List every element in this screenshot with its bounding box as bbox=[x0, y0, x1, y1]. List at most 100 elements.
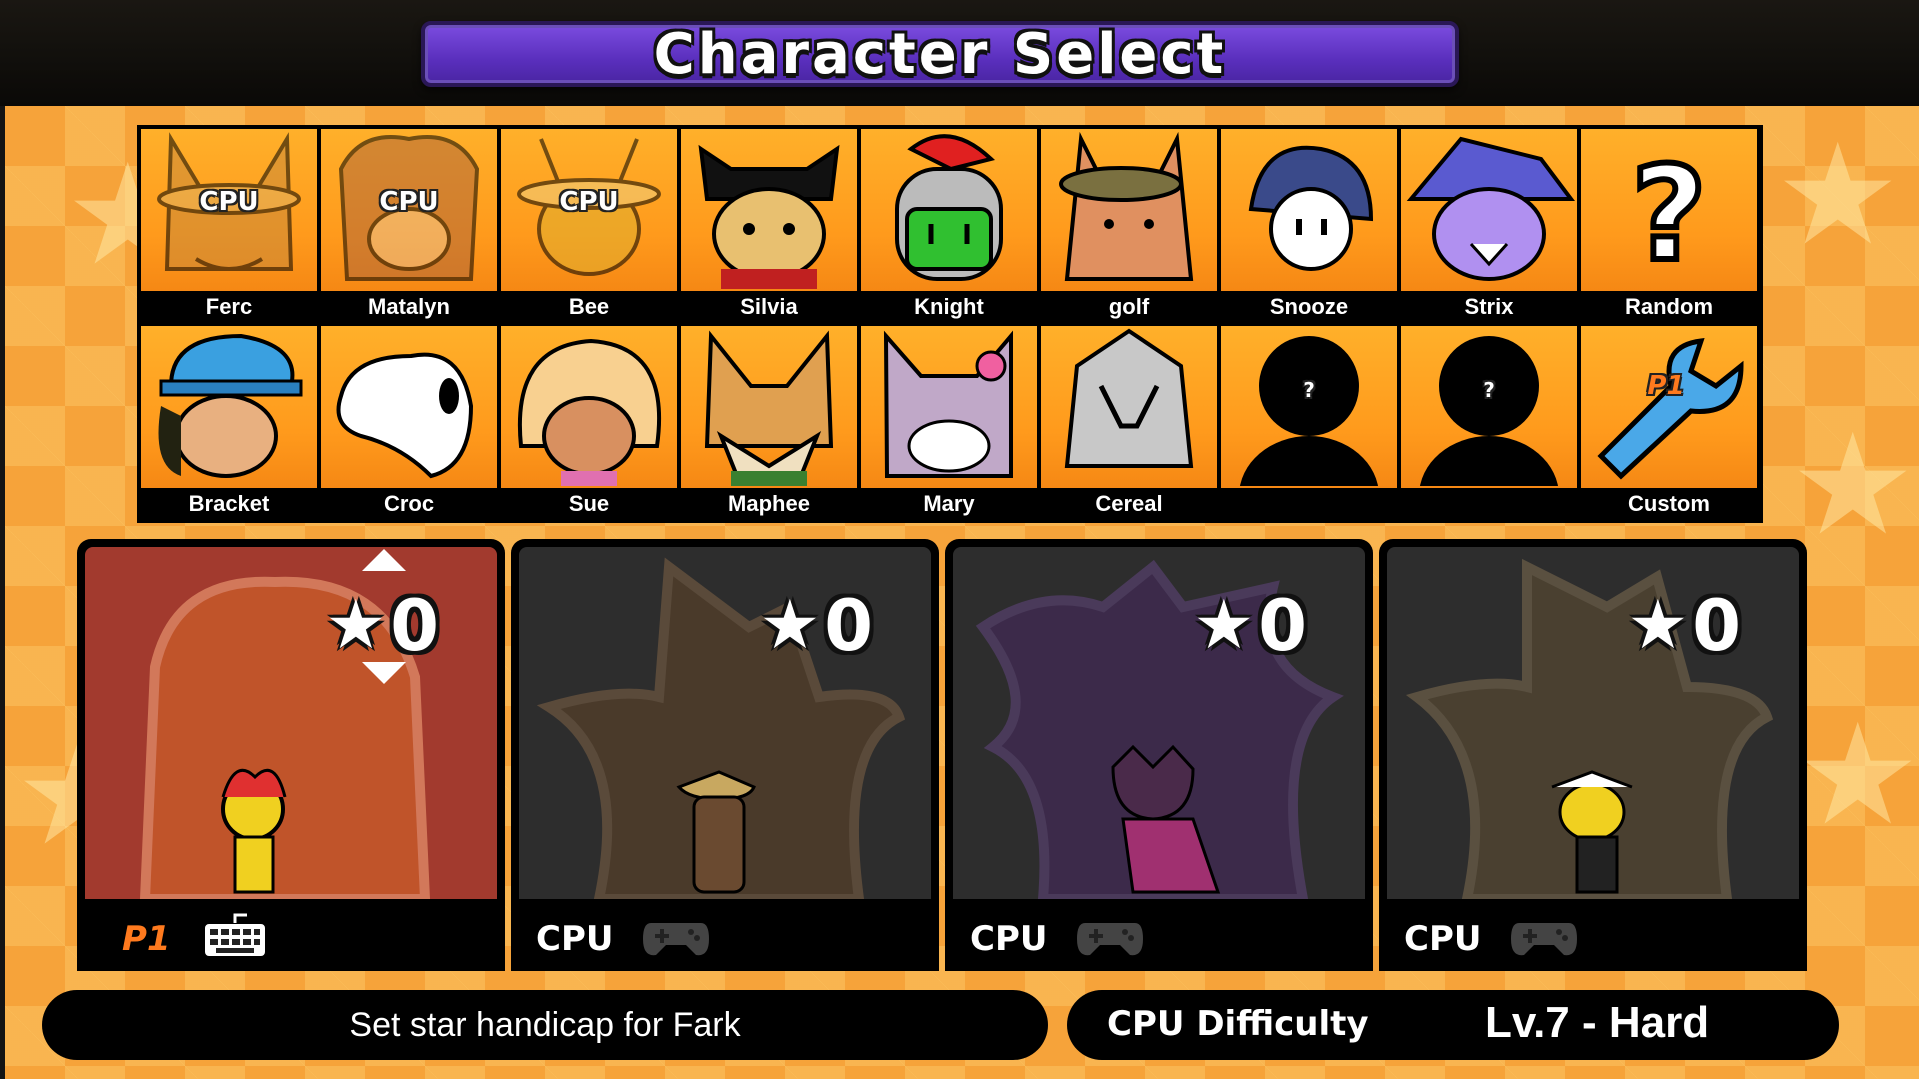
snooze-portrait-icon bbox=[1248, 145, 1374, 271]
player-label: CPU bbox=[536, 919, 614, 959]
character-slot-croc[interactable]: Croc bbox=[321, 326, 497, 519]
croc-portrait-icon bbox=[336, 352, 474, 479]
character-name: Matalyn bbox=[321, 291, 497, 322]
player-panel-cpu-2[interactable]: ★ 0 CPU bbox=[945, 539, 1373, 971]
star-handicap[interactable]: ★ 0 bbox=[1193, 585, 1307, 667]
character-slot-sue[interactable]: Sue bbox=[501, 326, 677, 519]
character-name: Strix bbox=[1401, 291, 1577, 322]
cpu-tag: CPU bbox=[559, 187, 619, 217]
star-handicap[interactable]: ★ 0 bbox=[1627, 585, 1741, 667]
star-count: 0 bbox=[390, 585, 439, 667]
svg-text:?: ? bbox=[1631, 138, 1706, 289]
locked-mark: ? bbox=[1483, 378, 1495, 402]
character-slot-locked[interactable]: ? bbox=[1221, 326, 1397, 519]
character-slot-silvia[interactable]: Silvia bbox=[681, 129, 857, 322]
star-icon: ★ bbox=[759, 586, 821, 665]
character-name bbox=[1221, 488, 1397, 519]
gamepad-icon bbox=[643, 923, 709, 956]
player-footer: CPU bbox=[511, 905, 939, 971]
character-slot-ferc[interactable]: CPU Ferc bbox=[141, 129, 317, 322]
bracket-portrait-icon bbox=[158, 333, 303, 478]
character-slot-matalyn[interactable]: CPU Matalyn bbox=[321, 129, 497, 322]
star-icon: ★ bbox=[1627, 586, 1689, 665]
star-icon: ★ bbox=[1193, 586, 1255, 665]
cereal-portrait-icon bbox=[1064, 328, 1194, 468]
gamepad-icon bbox=[1511, 923, 1577, 956]
character-slot-bracket[interactable]: Bracket bbox=[141, 326, 317, 519]
player-footer: P1 bbox=[77, 905, 505, 971]
wrench-icon bbox=[1597, 338, 1744, 480]
hint-text: Set star handicap for Fark bbox=[349, 1005, 741, 1044]
star-decoration-icon: ★ bbox=[1790, 404, 1916, 567]
cpu-difficulty-selector[interactable]: CPU Difficulty Lv.7 - Hard bbox=[1067, 990, 1839, 1060]
player-footer: CPU bbox=[1379, 905, 1807, 971]
star-handicap[interactable]: ★ 0 bbox=[759, 585, 873, 667]
hint-bar: Set star handicap for Fark bbox=[42, 990, 1048, 1060]
character-slot-custom[interactable]: P1 Custom bbox=[1581, 326, 1757, 519]
character-name: Mary bbox=[861, 488, 1037, 519]
character-slot-knight[interactable]: Knight bbox=[861, 129, 1037, 322]
star-count: 0 bbox=[824, 585, 873, 667]
character-name: Custom bbox=[1581, 488, 1757, 519]
character-name: Cereal bbox=[1041, 488, 1217, 519]
character-slot-mary[interactable]: Mary bbox=[861, 326, 1037, 519]
locked-silhouette-icon bbox=[1239, 336, 1379, 486]
star-increase-arrow[interactable] bbox=[362, 549, 406, 571]
player-stage: ★ 0 bbox=[519, 547, 931, 899]
character-slot-bee[interactable]: CPU Bee bbox=[501, 129, 677, 322]
maphee-portrait-icon bbox=[704, 330, 834, 486]
character-name: Bracket bbox=[141, 488, 317, 519]
character-slot-maphee[interactable]: Maphee bbox=[681, 326, 857, 519]
character-slot-random[interactable]: ? Random bbox=[1581, 129, 1757, 322]
star-decoration-icon: ★ bbox=[1795, 694, 1919, 857]
character-slot-strix[interactable]: Strix bbox=[1401, 129, 1577, 322]
player-label: CPU bbox=[970, 919, 1048, 959]
star-decoration-icon: ★ bbox=[1775, 114, 1901, 277]
strix-portrait-icon bbox=[1406, 136, 1575, 281]
star-count: 0 bbox=[1692, 585, 1741, 667]
player-stage: ★ 0 bbox=[1387, 547, 1799, 899]
character-name: Bee bbox=[501, 291, 677, 322]
player-panel-cpu-1[interactable]: ★ 0 CPU bbox=[511, 539, 939, 971]
character-slot-snooze[interactable]: Snooze bbox=[1221, 129, 1397, 322]
golf-portrait-icon bbox=[1059, 131, 1194, 281]
character-roster: CPU Ferc CPU Matalyn CPU Bee Silvia Knig… bbox=[137, 125, 1763, 523]
character-slot-golf[interactable]: golf bbox=[1041, 129, 1217, 322]
character-name bbox=[1401, 488, 1577, 519]
player-panel-cpu-3[interactable]: ★ 0 CPU bbox=[1379, 539, 1807, 971]
locked-mark: ? bbox=[1303, 378, 1315, 402]
player-panel-p1[interactable]: ★ 0 P1 bbox=[77, 539, 505, 971]
character-name: Ferc bbox=[141, 291, 317, 322]
cpu-difficulty-label: CPU Difficulty bbox=[1107, 1004, 1369, 1044]
title-plate: Character Select bbox=[421, 21, 1459, 87]
character-name: Random bbox=[1581, 291, 1757, 322]
cpu-difficulty-value: Lv.7 - Hard bbox=[1485, 998, 1710, 1047]
character-name: Maphee bbox=[681, 488, 857, 519]
sue-portrait-icon bbox=[517, 338, 662, 486]
custom-player-tag: P1 bbox=[1647, 371, 1685, 401]
cpu-tag: CPU bbox=[379, 187, 439, 217]
player-panels: ★ 0 P1 ★ 0 CPU ★ 0 CPU ★ 0 CPU bbox=[77, 539, 1807, 971]
star-icon: ★ bbox=[325, 586, 387, 665]
character-name: golf bbox=[1041, 291, 1217, 322]
silvia-portrait-icon bbox=[698, 144, 840, 289]
character-name: Sue bbox=[501, 488, 677, 519]
player-stage: ★ 0 bbox=[85, 547, 497, 899]
cpu-tag: CPU bbox=[199, 187, 259, 217]
question-mark-icon: ? bbox=[1628, 135, 1709, 289]
keyboard-icon bbox=[203, 913, 267, 958]
character-name: Croc bbox=[321, 488, 497, 519]
mary-portrait-icon bbox=[883, 330, 1013, 478]
character-slot-cereal[interactable]: Cereal bbox=[1041, 326, 1217, 519]
page-title: Character Select bbox=[653, 21, 1227, 87]
gamepad-icon bbox=[1077, 923, 1143, 956]
character-name: Silvia bbox=[681, 291, 857, 322]
star-handicap[interactable]: ★ 0 bbox=[325, 585, 439, 667]
locked-silhouette-icon bbox=[1419, 336, 1559, 486]
character-name: Snooze bbox=[1221, 291, 1397, 322]
character-slot-locked[interactable]: ? bbox=[1401, 326, 1577, 519]
knight-portrait-icon bbox=[895, 134, 1003, 281]
player-label: CPU bbox=[1404, 919, 1482, 959]
player-stage: ★ 0 bbox=[953, 547, 1365, 899]
player-label: P1 bbox=[122, 919, 171, 959]
